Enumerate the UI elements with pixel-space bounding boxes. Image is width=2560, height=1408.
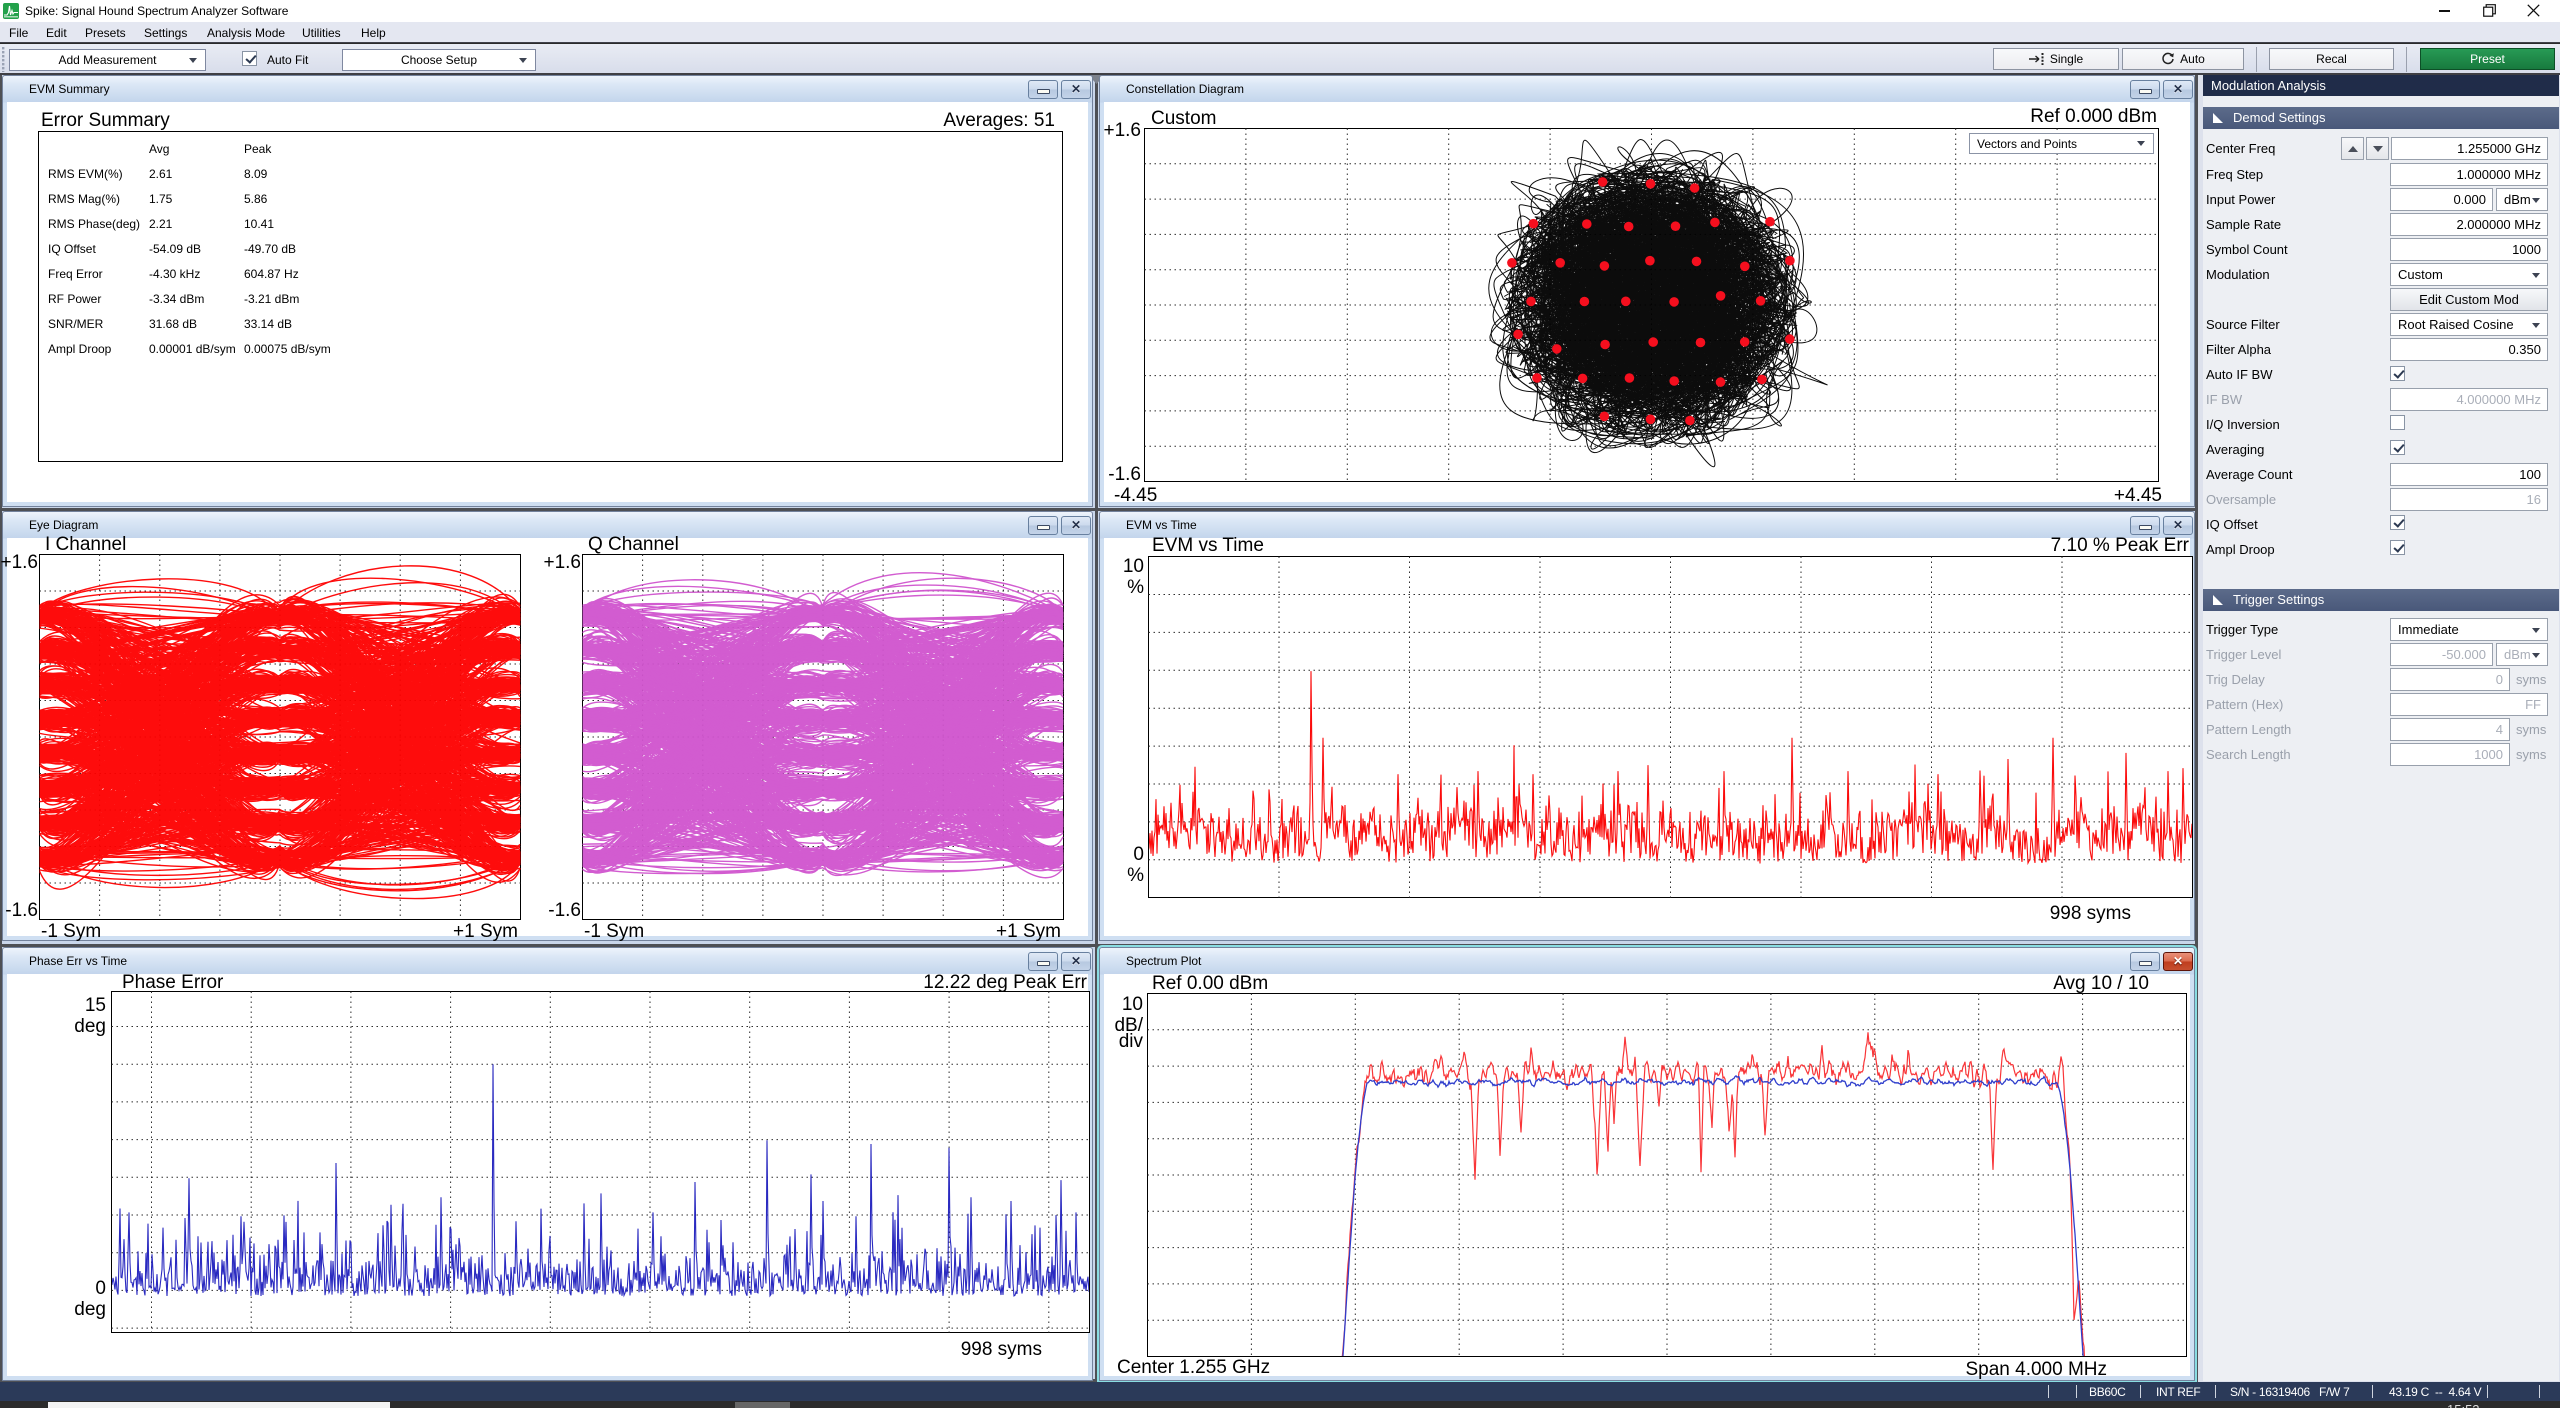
svg-text:2.61: 2.61 bbox=[149, 167, 173, 181]
svg-text:10: 10 bbox=[1122, 994, 1143, 1015]
svg-text:Custom: Custom bbox=[1151, 108, 1216, 129]
svg-text:+1.6: +1.6 bbox=[543, 552, 581, 573]
svg-text:7.10 % Peak Err: 7.10 % Peak Err bbox=[2051, 535, 2190, 556]
svg-text:Peak: Peak bbox=[244, 142, 272, 156]
svg-text:RMS Phase(deg): RMS Phase(deg) bbox=[48, 217, 140, 231]
svg-text:0: 0 bbox=[1133, 844, 1144, 865]
svg-text:-4.45: -4.45 bbox=[1114, 485, 1157, 506]
svg-text:IQ Offset: IQ Offset bbox=[48, 242, 96, 256]
svg-text:RF Power: RF Power bbox=[48, 292, 101, 306]
svg-text:-49.70 dB: -49.70 dB bbox=[244, 242, 296, 256]
svg-text:div: div bbox=[1119, 1031, 1144, 1052]
svg-text:+1 Sym: +1 Sym bbox=[996, 921, 1061, 942]
svg-text:Error Summary: Error Summary bbox=[41, 110, 170, 131]
svg-text:31.68 dB: 31.68 dB bbox=[149, 317, 197, 331]
svg-text:Ref 0.00 dBm: Ref 0.00 dBm bbox=[1152, 973, 1268, 994]
svg-text:10.41: 10.41 bbox=[244, 217, 274, 231]
svg-text:Q Channel: Q Channel bbox=[588, 534, 679, 555]
svg-text:+4.45: +4.45 bbox=[2114, 485, 2162, 506]
svg-text:Ampl Droop: Ampl Droop bbox=[48, 342, 112, 356]
svg-text:Avg: Avg bbox=[149, 142, 169, 156]
svg-text:SNR/MER: SNR/MER bbox=[48, 317, 104, 331]
svg-text:5.86: 5.86 bbox=[244, 192, 268, 206]
svg-text:998 syms: 998 syms bbox=[961, 1339, 1042, 1360]
svg-text:+1.6: +1.6 bbox=[1103, 120, 1141, 141]
svg-text:-3.34 dBm: -3.34 dBm bbox=[149, 292, 204, 306]
svg-text:-4.30 kHz: -4.30 kHz bbox=[149, 267, 200, 281]
svg-text:RMS Mag(%): RMS Mag(%) bbox=[48, 192, 120, 206]
svg-text:I Channel: I Channel bbox=[45, 534, 126, 555]
svg-text:RMS EVM(%): RMS EVM(%) bbox=[48, 167, 123, 181]
svg-text:15: 15 bbox=[85, 995, 106, 1016]
svg-text:12.22 deg Peak Err: 12.22 deg Peak Err bbox=[923, 972, 1087, 993]
svg-text:10: 10 bbox=[1123, 556, 1144, 577]
svg-text:Span 4.000 MHz: Span 4.000 MHz bbox=[1965, 1359, 2107, 1380]
svg-text:+1 Sym: +1 Sym bbox=[453, 921, 518, 942]
svg-text:deg: deg bbox=[74, 1299, 106, 1320]
svg-text:Avg 10 / 10: Avg 10 / 10 bbox=[2053, 973, 2149, 994]
svg-text:0: 0 bbox=[95, 1278, 106, 1299]
svg-text:-3.21 dBm: -3.21 dBm bbox=[244, 292, 299, 306]
svg-text:Ref 0.000 dBm: Ref 0.000 dBm bbox=[2030, 106, 2157, 127]
svg-text:+1.6: +1.6 bbox=[0, 552, 38, 573]
svg-text:998 syms: 998 syms bbox=[2050, 903, 2131, 924]
svg-text:Freq Error: Freq Error bbox=[48, 267, 103, 281]
svg-text:604.87 Hz: 604.87 Hz bbox=[244, 267, 299, 281]
svg-text:1.75: 1.75 bbox=[149, 192, 173, 206]
svg-text:-1.6: -1.6 bbox=[1108, 464, 1141, 485]
svg-text:Phase Error: Phase Error bbox=[122, 972, 224, 993]
svg-text:%: % bbox=[1127, 577, 1144, 598]
svg-text:EVM vs Time: EVM vs Time bbox=[1152, 535, 1264, 556]
svg-text:-1 Sym: -1 Sym bbox=[584, 921, 644, 942]
svg-text:0.00001 dB/sym: 0.00001 dB/sym bbox=[149, 342, 236, 356]
svg-text:-1 Sym: -1 Sym bbox=[41, 921, 101, 942]
svg-text:%: % bbox=[1127, 865, 1144, 886]
svg-text:Vectors and Points: Vectors and Points bbox=[1977, 137, 2077, 151]
svg-text:8.09: 8.09 bbox=[244, 167, 268, 181]
svg-text:Averages: 51: Averages: 51 bbox=[943, 110, 1055, 131]
svg-text:33.14 dB: 33.14 dB bbox=[244, 317, 292, 331]
svg-text:Center 1.255 GHz: Center 1.255 GHz bbox=[1117, 1357, 1270, 1378]
svg-text:0.00075 dB/sym: 0.00075 dB/sym bbox=[244, 342, 331, 356]
svg-text:-54.09 dB: -54.09 dB bbox=[149, 242, 201, 256]
svg-text:2.21: 2.21 bbox=[149, 217, 173, 231]
svg-text:-1.6: -1.6 bbox=[548, 900, 581, 921]
svg-text:deg: deg bbox=[74, 1016, 106, 1037]
svg-text:-1.6: -1.6 bbox=[5, 900, 38, 921]
